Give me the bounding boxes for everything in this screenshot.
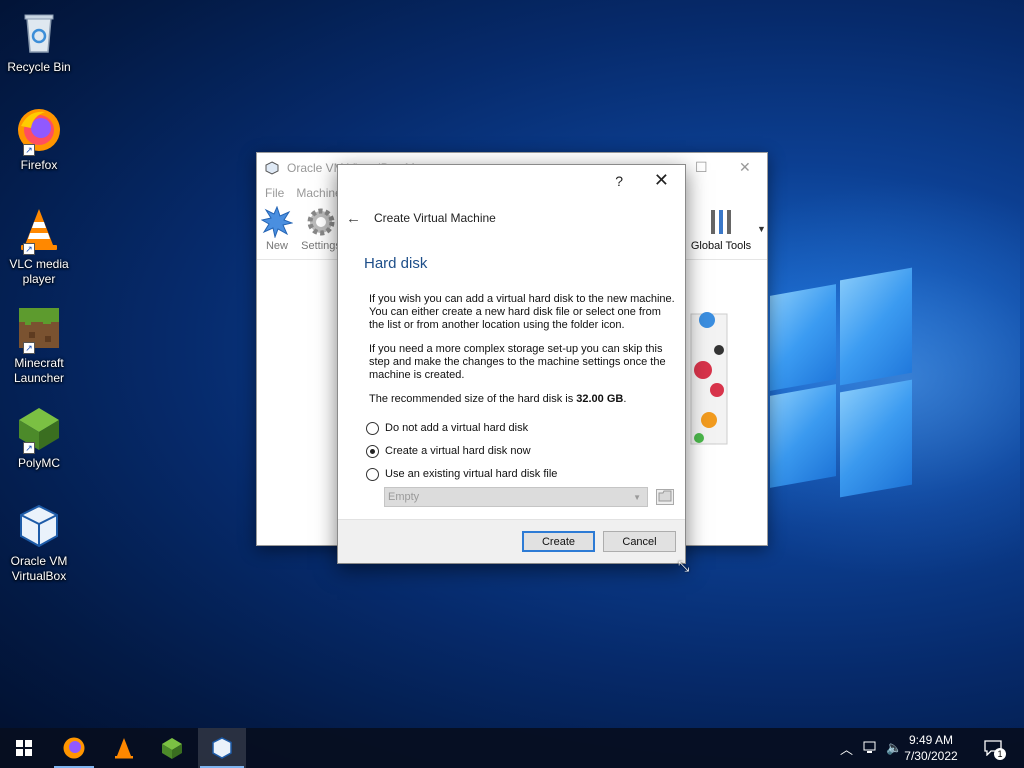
chevron-down-icon: ▼: [633, 492, 641, 502]
desktop-icon-virtualbox[interactable]: Oracle VM VirtualBox: [0, 502, 78, 584]
system-clock[interactable]: 9:49 AM 7/30/2022: [896, 732, 966, 764]
wizard-header: ← Create Virtual Machine: [338, 199, 685, 237]
option-create-disk[interactable]: Create a virtual hard disk now: [366, 440, 675, 463]
storage-paragraph: If you need a more complex storage set-u…: [369, 343, 666, 381]
option-no-disk[interactable]: Do not add a virtual hard disk: [366, 417, 675, 440]
wizard-title: Create Virtual Machine: [374, 211, 496, 225]
cancel-button[interactable]: Cancel: [603, 531, 676, 552]
tools-icon: [689, 206, 753, 240]
radio-no-disk[interactable]: [366, 422, 379, 435]
wallpaper-windows-logo: [770, 262, 915, 507]
recommended-size-value: 32.00 GB: [576, 393, 624, 405]
dialog-footer: Create Cancel: [338, 519, 685, 563]
notification-badge: 1: [994, 748, 1006, 760]
show-hidden-icons-chevron-icon[interactable]: ︿: [840, 728, 853, 768]
desktop-icon-polymc[interactable]: ↗ PolyMC: [0, 404, 78, 471]
resize-cursor-icon: ⤡: [678, 558, 690, 574]
new-button[interactable]: New: [259, 205, 295, 252]
taskbar-polymc[interactable]: [150, 728, 194, 768]
firefox-icon: [63, 737, 85, 759]
back-arrow-icon[interactable]: ←: [346, 210, 374, 227]
desktop-icon-vlc[interactable]: ↗ VLC media player: [0, 205, 78, 287]
taskbar: ︿ 🔈 9:49 AM 7/30/2022 1: [0, 728, 1024, 768]
network-icon[interactable]: [863, 728, 879, 768]
radio-existing-disk[interactable]: [366, 468, 379, 481]
page-title: Hard disk: [364, 255, 428, 272]
taskbar-virtualbox[interactable]: [198, 728, 246, 768]
desktop-icon-minecraft-launcher[interactable]: ↗ Minecraft Launcher: [0, 304, 78, 386]
option-existing-disk[interactable]: Use an existing virtual hard disk file: [366, 463, 675, 486]
create-vm-dialog[interactable]: ? ✕ ← Create Virtual Machine Hard disk I…: [337, 164, 686, 564]
virtualbox-small-icon: [265, 160, 279, 175]
maximize-icon[interactable]: ☐: [695, 159, 708, 176]
existing-disk-row: Empty ▼: [384, 487, 674, 507]
vlc-cone-icon: ↗: [15, 205, 63, 255]
windows-start-icon: [16, 740, 32, 756]
dialog-title-bar[interactable]: ? ✕: [338, 165, 685, 199]
desktop-icon-recycle-bin[interactable]: Recycle Bin: [0, 8, 78, 75]
create-button[interactable]: Create: [522, 531, 595, 552]
virtualbox-icon: [212, 737, 232, 759]
close-window-icon[interactable]: ✕: [739, 159, 751, 176]
radio-create-disk[interactable]: [366, 445, 379, 458]
intro-paragraph: If you wish you can add a virtual hard d…: [369, 293, 675, 331]
recommended-size-text: The recommended size of the hard disk is…: [369, 393, 627, 405]
close-icon[interactable]: ✕: [654, 170, 669, 191]
help-button[interactable]: ?: [615, 173, 623, 189]
recycle-bin-icon: [15, 8, 63, 56]
vlc-cone-icon: [115, 738, 133, 759]
polymc-icon: ↗: [15, 404, 63, 454]
firefox-icon: ↗: [15, 106, 63, 156]
clock-time: 9:49 AM: [908, 733, 954, 747]
wizard-content: If you wish you can add a virtual hard d…: [366, 293, 675, 486]
folder-icon[interactable]: [656, 489, 674, 505]
virtualbox-icon: [15, 502, 63, 550]
desktop-icon-firefox[interactable]: ↗ Firefox: [0, 106, 78, 173]
taskbar-firefox[interactable]: [52, 728, 96, 768]
global-tools-button[interactable]: Global Tools: [689, 206, 753, 252]
notification-center-icon[interactable]: 1: [984, 728, 1006, 768]
disk-select[interactable]: Empty ▼: [384, 487, 648, 507]
start-button[interactable]: [2, 728, 46, 768]
menu-machine[interactable]: Machine: [296, 186, 341, 200]
menu-file[interactable]: File: [265, 186, 284, 200]
polymc-icon: [162, 738, 182, 759]
clock-date: 7/30/2022: [904, 749, 958, 763]
welcome-illustration: [687, 300, 731, 460]
taskbar-vlc[interactable]: [102, 728, 146, 768]
new-starburst-icon: [259, 205, 295, 240]
minecraft-block-icon: ↗: [15, 304, 63, 354]
toolbar-dropdown-arrow-icon[interactable]: ▼: [757, 224, 766, 234]
